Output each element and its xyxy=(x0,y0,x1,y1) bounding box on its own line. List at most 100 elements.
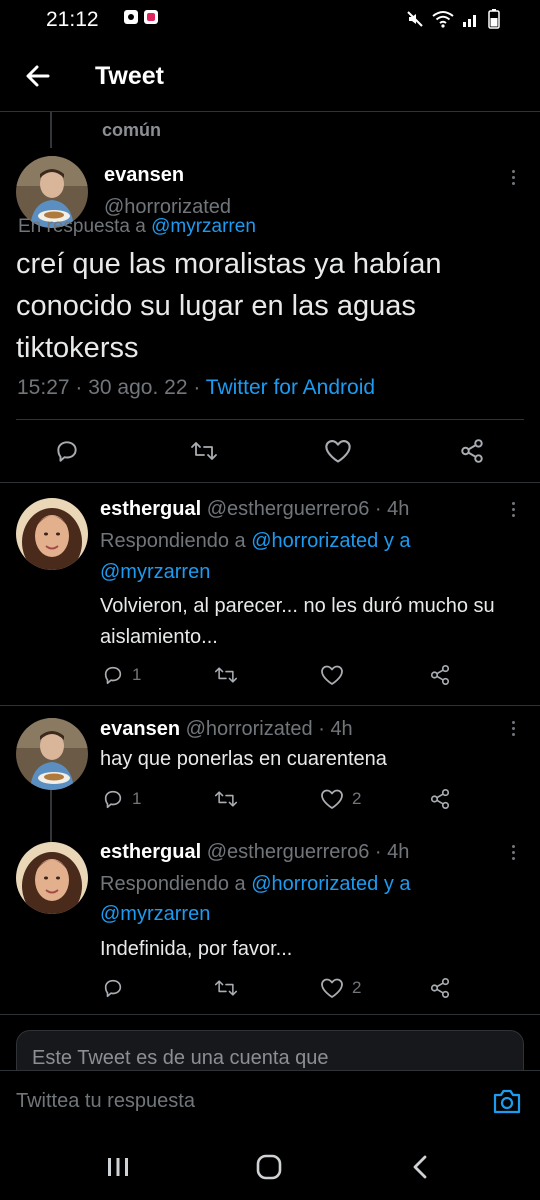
gallery-notification-icon xyxy=(124,10,138,24)
reply-count: 1 xyxy=(132,665,142,684)
camera-icon xyxy=(493,1089,521,1114)
share-icon xyxy=(461,439,483,463)
more-options-button[interactable] xyxy=(503,497,523,521)
reply-text: Indefinida, por favor... xyxy=(100,938,293,960)
like-button[interactable]: 2 xyxy=(320,788,361,810)
share-icon xyxy=(430,789,450,809)
replying-target-link[interactable]: @horrorizated y a xyxy=(251,530,410,552)
share-icon xyxy=(430,978,450,998)
retweet-button[interactable] xyxy=(214,788,246,810)
reply-button[interactable]: 1 xyxy=(102,788,141,810)
retweet-button[interactable] xyxy=(190,438,218,464)
share-button[interactable] xyxy=(428,788,452,810)
back-button[interactable] xyxy=(22,60,54,92)
camera-button[interactable] xyxy=(492,1087,522,1115)
back-arrow-icon xyxy=(26,65,50,87)
heart-icon xyxy=(321,789,343,809)
avatar-photo xyxy=(16,498,88,570)
reply-target-link[interactable]: @myrzarren xyxy=(151,216,256,237)
like-count: 2 xyxy=(352,789,362,808)
avatar[interactable] xyxy=(16,718,88,790)
replying-to-2: @myrzarren xyxy=(100,561,210,584)
previous-tweet-text: común xyxy=(102,120,162,140)
retweet-icon xyxy=(214,667,238,683)
author-name[interactable]: evansen xyxy=(104,164,184,187)
replying-prefix: Respondiendo a xyxy=(100,530,246,552)
tweet-text: creí que las moralistas ya habían conoci… xyxy=(16,248,442,364)
reply-count: 1 xyxy=(132,789,142,808)
thread-line xyxy=(50,112,52,148)
recent-apps-button[interactable] xyxy=(98,1152,138,1182)
reply-icon xyxy=(104,790,122,809)
share-icon xyxy=(430,665,450,685)
tweet-time: 15:27 xyxy=(17,376,70,399)
reply-age: 4h xyxy=(387,498,410,520)
replying-prefix: Respondiendo a xyxy=(100,873,246,895)
status-bar: 21:12 xyxy=(0,0,540,40)
reply-age: 4h xyxy=(330,718,353,740)
reply-author-handle[interactable]: @estherguerrero6 xyxy=(207,498,370,520)
like-count: 2 xyxy=(352,978,362,997)
app-header: Tweet xyxy=(0,40,540,112)
reply-input[interactable] xyxy=(16,1083,456,1119)
reply-text: Volvieron, al parecer... no les duró muc… xyxy=(100,595,495,648)
replying-target-link[interactable]: @myrzarren xyxy=(100,561,210,583)
like-button[interactable]: 2 xyxy=(320,977,361,999)
mute-icon xyxy=(407,11,423,27)
chevron-left-icon xyxy=(413,1155,427,1179)
reply-author[interactable]: esthergual @estherguerrero6 · 4h xyxy=(100,841,409,864)
back-nav-button[interactable] xyxy=(400,1152,440,1182)
notification-icons xyxy=(124,10,158,24)
notice-text: Este Tweet es de una cuenta que xyxy=(32,1047,329,1069)
reply-button[interactable] xyxy=(54,438,80,464)
reply-author-handle[interactable]: @horrorizated xyxy=(186,718,313,740)
reply-author-name[interactable]: esthergual xyxy=(100,841,201,863)
reply-author-name[interactable]: evansen xyxy=(100,718,180,740)
tweet-source-link[interactable]: Twitter for Android xyxy=(206,376,375,399)
reply-author-name[interactable]: esthergual xyxy=(100,498,201,520)
main-actions-bar xyxy=(0,420,540,482)
status-time: 21:12 xyxy=(46,8,99,31)
home-button[interactable] xyxy=(249,1152,289,1182)
reply-prefix: En respuesta a xyxy=(18,216,146,237)
avatar-photo xyxy=(16,842,88,914)
avatar[interactable] xyxy=(16,498,88,570)
signal-icon xyxy=(463,15,476,27)
reply-compose-bar xyxy=(0,1070,540,1132)
retweet-icon xyxy=(214,791,238,807)
like-button[interactable] xyxy=(324,438,352,464)
reply-author-handle[interactable]: @estherguerrero6 xyxy=(207,841,370,863)
heart-icon xyxy=(321,665,343,685)
system-nav-bar xyxy=(0,1132,540,1200)
thread-line xyxy=(50,790,52,842)
reply-context: En respuesta a @myrzarren xyxy=(18,216,256,238)
retweet-button[interactable] xyxy=(214,977,246,999)
replying-to: Respondiendo a @horrorizated y a xyxy=(100,873,411,896)
retweet-button[interactable] xyxy=(214,664,246,686)
share-button[interactable] xyxy=(458,438,486,464)
reply-age: 4h xyxy=(387,841,410,863)
like-button[interactable] xyxy=(320,664,352,686)
system-icons xyxy=(406,9,500,29)
reply-button[interactable] xyxy=(102,977,132,999)
page-title: Tweet xyxy=(95,62,164,90)
replying-target-link[interactable]: @myrzarren xyxy=(100,903,210,925)
reply-author[interactable]: evansen @horrorizated · 4h xyxy=(100,718,353,741)
retweet-icon xyxy=(214,980,238,996)
share-button[interactable] xyxy=(428,977,452,999)
avatar-photo xyxy=(16,718,88,790)
reply-text: hay que ponerlas en cuarentena xyxy=(100,748,387,770)
retweet-icon xyxy=(191,442,217,460)
replying-to-2: @myrzarren xyxy=(100,903,210,926)
replying-target-link[interactable]: @horrorizated y a xyxy=(251,873,410,895)
reply-icon xyxy=(57,441,77,462)
more-options-button[interactable] xyxy=(503,716,523,740)
more-options-button[interactable] xyxy=(503,840,523,864)
avatar[interactable] xyxy=(16,842,88,914)
reply-author[interactable]: esthergual @estherguerrero6 · 4h xyxy=(100,498,409,521)
home-icon xyxy=(256,1154,282,1180)
more-options-button[interactable] xyxy=(503,165,523,189)
reply-button[interactable]: 1 xyxy=(102,664,141,686)
recent-apps-icon xyxy=(108,1158,128,1176)
share-button[interactable] xyxy=(428,664,452,686)
